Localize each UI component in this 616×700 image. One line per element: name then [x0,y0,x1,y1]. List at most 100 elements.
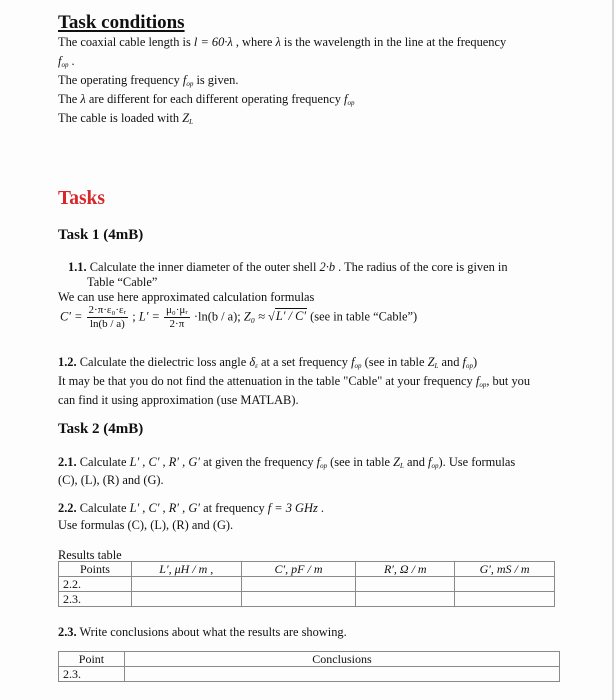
page-edge-rule [612,0,614,700]
text: Calculate [76,501,130,515]
task1-2-line-3: can find it using approximation (use MAT… [58,393,299,407]
text: Calculate the inner diameter of the oute… [86,260,320,274]
formula-l-lhs: L′ = [138,309,160,324]
text: and [438,355,463,369]
text: ) [472,355,478,369]
cell-conductance[interactable] [454,576,555,592]
frequency-value: f = 3 GHz [267,501,318,515]
text: The operating frequency [58,73,183,87]
cell-capacitance[interactable] [240,576,357,592]
row-point: 2.3. [58,591,132,607]
formulas-intro: We can use here approximated calculation… [58,290,315,304]
item-number: 1.2. [58,355,77,369]
conclusions-table: Point Conclusions 2.3. [58,651,561,682]
subscript: op [465,362,473,370]
task1-1-line-1: 1.1. Calculate the inner diameter of the… [68,260,508,274]
results-table: Points L′, μH / m , C′, pF / m R′, Ω / m… [58,561,555,607]
cell-conductance[interactable] [454,591,555,607]
conditions-line-3: The operating frequency fop is given. [58,73,238,88]
text: The coaxial cable length is [58,35,194,49]
formula-l-tail: ·ln(b / a); [190,309,244,324]
table-row: 2.3. [58,666,561,682]
text: Calculate the dielectric loss angle [76,355,250,369]
cell-resistance[interactable] [355,591,456,607]
text: is the wavelength in the line at the fre… [280,35,507,49]
formula-z-radicand: L′ / C′ [274,308,308,324]
text: at a set frequency [257,355,352,369]
formula-line: C′ = 2·π·ε₀·εᵣ ln(b / a) ; L′ = μ₀·μᵣ 2·π … [60,304,417,331]
formula-c-fraction: 2·π·ε₀·εᵣ ln(b / a) [86,304,129,331]
task2-heading: Task 2 (4mB) [58,421,144,437]
numerator: μ₀·μᵣ [164,304,190,318]
text: , but you [486,374,531,388]
text: . The radius of the core is given in [335,260,508,274]
conditions-line-2: fop . [58,54,75,69]
text: (see in table [361,355,428,369]
text: at given the frequency [199,455,317,469]
text: . [317,501,324,515]
row-point: 2.2. [58,576,132,592]
table-row: 2.3. [58,591,555,607]
task1-2-line-1: 1.2. Calculate the dielectric loss angle… [58,355,477,370]
formula-l-fraction: μ₀·μᵣ 2·π [164,304,190,331]
header-capacitance: C′, pF / m [240,561,357,577]
tasks-heading: Tasks [58,188,105,209]
item-number: 1.1. [68,260,87,274]
subscript: op [431,462,439,470]
formula: 2·b [319,260,336,274]
numerator: 2·π·ε₀·εᵣ [86,304,129,318]
conditions-title: Task conditions [58,12,185,33]
header-conclusions: Conclusions [123,651,561,667]
text: ). Use formulas [438,455,516,469]
task2-3-line: 2.3. Write conclusions about what the re… [58,625,347,639]
header-point: Point [58,651,125,667]
variables: L′ , C′ , R′ , G′ [129,455,200,469]
task2-1-line-2: (C), (L), (R) and (G). [58,473,164,487]
cell-inductance[interactable] [130,591,242,607]
text: (see in table [327,455,394,469]
text: at frequency [199,501,268,515]
task1-1-line-2: Table “Cable” [87,275,158,289]
header-resistance: R′, Ω / m [355,561,456,577]
formula-z-lhs: Z₀ ≈ √ [243,309,275,324]
subscript: L [189,118,194,126]
header-points: Points [58,561,132,577]
z-symbol: Z [427,355,435,369]
denominator: 2·π [169,318,185,330]
denominator: ln(b / a) [89,318,125,330]
conditions-line-1: The coaxial cable length is l = 60·λ , w… [58,35,506,49]
item-number: 2.3. [58,625,77,639]
item-number: 2.1. [58,455,77,469]
header-conductance: G′, mS / m [454,561,555,577]
formula-note: (see in table “Cable”) [307,309,418,324]
text: Write conclusions about what the results… [76,625,347,639]
length-formula: l = 60·λ [193,35,233,49]
task2-1-line-1: 2.1. Calculate L′ , C′ , R′ , G′ at give… [58,455,515,470]
formula-c-lhs: C′ = [60,309,83,324]
cell-resistance[interactable] [355,576,456,592]
conclusions-header-row: Point Conclusions [58,651,561,667]
results-header-row: Points L′, μH / m , C′, pF / m R′, Ω / m… [58,561,555,577]
item-number: 2.2. [58,501,77,515]
cell-inductance[interactable] [130,576,242,592]
text: and [403,455,429,469]
text: The [58,92,81,106]
cell-capacitance[interactable] [240,591,357,607]
text: . [68,54,75,68]
conditions-line-4: The λ are different for each different o… [58,92,354,107]
row-point: 2.3. [58,666,125,682]
header-inductance: L′, μH / m , [130,561,242,577]
task1-heading: Task 1 (4mB) [58,227,144,243]
text: , where [232,35,276,49]
cell-conclusion[interactable] [123,666,561,682]
text: The cable is loaded with [58,111,183,125]
subscript: op [347,99,355,107]
separator: ; [129,309,139,324]
z-symbol: Z [393,455,401,469]
subscript: op [354,362,362,370]
task2-2-line-1: 2.2. Calculate L′ , C′ , R′ , G′ at freq… [58,501,324,515]
text: It may be that you do not find the atten… [58,374,476,388]
text: is given. [193,73,239,87]
text: are different for each different operati… [85,92,344,106]
text: Calculate [76,455,130,469]
